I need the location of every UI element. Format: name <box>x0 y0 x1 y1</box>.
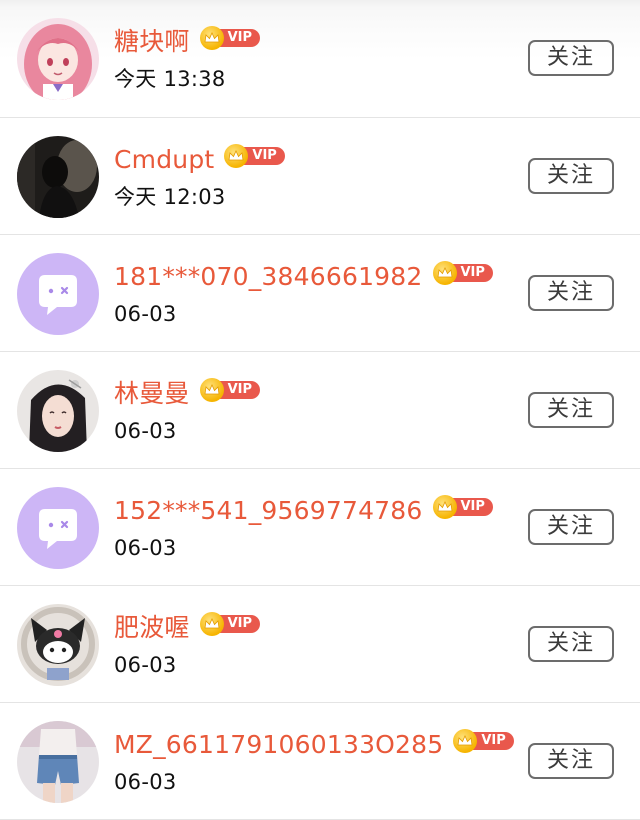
vip-badge: VIP <box>199 378 261 402</box>
list-item[interactable]: MZ_6611791060133O285 VIP 06-03 关注 <box>0 703 640 820</box>
user-name[interactable]: 152***541_9569774786 <box>114 493 423 529</box>
denim-photo-avatar-image <box>17 721 99 803</box>
follow-time: 06-03 <box>114 653 177 677</box>
user-name[interactable]: Cmdupt <box>114 142 214 178</box>
list-item[interactable]: 肥波喔 VIP 06-03 关注 <box>0 586 640 703</box>
silhouette-avatar-image <box>17 136 99 218</box>
kuromi-avatar-image <box>17 604 99 686</box>
user-name[interactable]: 肥波喔 <box>114 610 190 646</box>
follow-button[interactable]: 关注 <box>528 626 614 662</box>
follow-button[interactable]: 关注 <box>528 158 614 194</box>
default-chat-avatar-icon <box>17 253 99 335</box>
user-name[interactable]: MZ_6611791060133O285 <box>114 727 443 763</box>
user-name[interactable]: 181***070_3846661982 <box>114 259 423 295</box>
follow-button[interactable]: 关注 <box>528 743 614 779</box>
avatar[interactable] <box>17 604 99 686</box>
follow-button[interactable]: 关注 <box>528 509 614 545</box>
vip-badge: VIP <box>224 144 285 168</box>
list-item[interactable]: 152***541_9569774786 VIP 06-03 关注 <box>0 469 640 586</box>
avatar[interactable] <box>17 253 99 335</box>
list-item[interactable]: Cmdupt VIP 今天 12:03 关注 <box>0 118 640 235</box>
list-item[interactable]: 林曼曼 VIP 06-03 关注 <box>0 352 640 469</box>
follow-time: 06-03 <box>114 536 177 560</box>
list-item[interactable]: 糖块啊 VIP 今天 13:38 关注 <box>0 0 640 118</box>
anime-girl-avatar-image <box>17 18 99 100</box>
follow-time: 06-03 <box>114 770 177 794</box>
follow-button[interactable]: 关注 <box>528 275 614 311</box>
follow-time: 今天 12:03 <box>114 185 226 209</box>
crown-icon <box>199 612 224 636</box>
avatar[interactable] <box>17 370 99 452</box>
avatar[interactable] <box>17 136 99 218</box>
user-name[interactable]: 糖块啊 <box>114 24 190 60</box>
avatar[interactable] <box>17 721 99 803</box>
follow-button[interactable]: 关注 <box>528 392 614 428</box>
list-item[interactable]: 181***070_3846661982 VIP 06-03 关注 <box>0 235 640 352</box>
vip-badge: VIP <box>432 495 493 519</box>
illustrated-woman-avatar-image <box>17 370 99 452</box>
crown-icon <box>199 378 224 402</box>
vip-badge: VIP <box>199 26 261 50</box>
vip-badge: VIP <box>453 729 514 753</box>
follow-time: 06-03 <box>114 419 177 443</box>
follow-time: 06-03 <box>114 302 177 326</box>
crown-icon <box>199 26 224 50</box>
crown-icon <box>432 495 457 519</box>
default-chat-avatar-icon <box>17 487 99 569</box>
follow-button[interactable]: 关注 <box>528 40 614 76</box>
avatar[interactable] <box>17 18 99 100</box>
vip-badge: VIP <box>432 261 493 285</box>
avatar[interactable] <box>17 487 99 569</box>
vip-badge: VIP <box>199 612 261 636</box>
crown-icon <box>432 261 457 285</box>
follow-list: 糖块啊 VIP 今天 13:38 关注 Cmdupt VIP 今天 12:03 … <box>0 0 640 820</box>
follow-time: 今天 13:38 <box>114 67 226 91</box>
user-name[interactable]: 林曼曼 <box>114 376 190 412</box>
